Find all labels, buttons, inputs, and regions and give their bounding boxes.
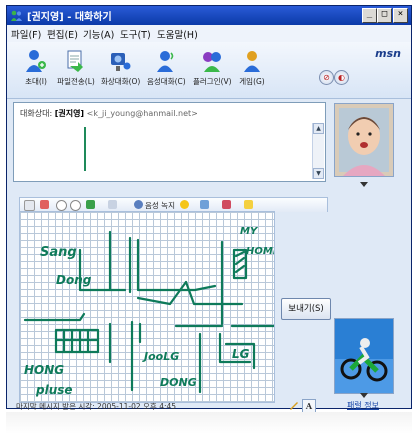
ink-label-lg: LG [232,347,250,361]
close-button[interactable]: × [393,8,408,23]
redo-icon[interactable] [70,200,81,211]
scroll-down-icon[interactable]: ▼ [313,168,324,179]
ink-label-dong-1: Dong [56,273,92,287]
ink-drawing: Sang Dong MY HOME HONG pluse JooLG DONG … [23,226,274,397]
ink-stroke [136,280,188,306]
font-button[interactable]: A [302,399,316,413]
maximize-button[interactable]: □ [377,8,392,23]
handwriting-canvas[interactable]: Sang Dong MY HOME HONG pluse JooLG DONG … [19,211,275,403]
file-transfer-button[interactable]: 파일전송(L) [57,48,95,94]
send-button[interactable]: 보내기(S) [281,298,331,320]
ink-stroke [136,238,217,292]
menu-file[interactable]: 파일(F) [11,27,41,41]
games-button[interactable]: 게임(G) [233,48,271,94]
window-title: [권지영] - 대화하기 [27,12,112,23]
menu-actions[interactable]: 기능(A) [83,27,114,41]
video-chat-label: 화상대화(O) [101,77,141,86]
pen-tool-icon[interactable] [24,200,35,211]
wink-icon[interactable] [244,200,253,209]
msn-logo: msn [375,47,401,60]
plugin-icon [203,52,221,72]
recipient-email: <k_ji_young@hanmail.net> [86,109,198,118]
invite-label: 초대(I) [25,77,47,86]
video-chat-button[interactable]: 화상대화(O) [101,48,141,94]
voice-chat-button[interactable]: 음성대화(C) [147,48,186,94]
background-color-icon[interactable] [222,200,231,209]
minimize-button[interactable]: _ [362,8,377,23]
ink-stroke [54,328,100,354]
format-toolbar: 음성 녹지 [19,197,328,212]
background-icon[interactable]: ◐ [334,70,349,85]
ink-label-sang: Sang [40,245,77,260]
messenger-app-icon [11,10,22,21]
my-avatar-menu-chevron-icon[interactable] [360,393,368,398]
main-toolbar: 초대(I) 파일전송(L) 화상대화(O) 음성대화(C) 플러그인(V) 게임… [7,42,411,99]
recipient-name: [권지영] [54,109,85,118]
screenshot-frame: [권지영] - 대화하기 _ □ × 파일(F) 편집(E) 기능(A) 도구(… [0,0,417,434]
voice-chat-icon [157,51,174,72]
image-icon[interactable] [200,200,209,209]
plugin-label: 플러그인(V) [193,77,232,86]
pen-width-icon[interactable] [108,200,117,209]
scroll-up-icon[interactable]: ▲ [313,123,324,134]
invite-button[interactable]: 초대(I) [17,48,55,94]
my-avatar[interactable] [334,318,394,394]
info-link[interactable]: 패럴 정보 [347,400,379,411]
games-icon [244,51,260,72]
voice-chat-label: 음성대화(C) [147,77,186,86]
recipient-line: 대화상대: [권지영] <k_ji_young@hanmail.net> [20,108,198,119]
recipient-prefix: 대화상대: [20,109,53,118]
eraser-icon[interactable] [40,200,49,209]
ink-label-my: MY [240,226,259,237]
ink-stroke [234,250,246,274]
video-chat-icon [111,53,131,71]
pen-color-icon[interactable] [86,200,95,209]
ink-label-joolg: JooLG [142,350,179,363]
motocross-photo [335,319,393,393]
file-transfer-icon [67,50,83,72]
menu-bar: 파일(F) 편집(E) 기능(A) 도구(T) 도움말(H) [7,25,411,42]
avatar-menu-chevron-icon[interactable] [360,182,368,187]
menu-edit[interactable]: 편집(E) [47,27,78,41]
invite-person-icon [26,50,46,72]
file-transfer-label: 파일전송(L) [57,77,95,86]
emoticon-icon[interactable] [180,200,189,209]
voice-clip-icon[interactable] [134,200,143,209]
last-message-time: 마지막 메시지 받은 시각: 2005-11-02 오후 4:45 [16,402,177,411]
conversation-history: 대화상대: [권지영] <k_ji_young@hanmail.net> ▲ ▼ [13,102,326,182]
history-scrollbar[interactable]: ▲ ▼ [312,123,324,179]
undo-icon[interactable] [56,200,67,211]
handwriting-pen-icon[interactable] [288,399,300,411]
plugin-button[interactable]: 플러그인(V) [193,48,232,94]
history-text-cursor [84,127,86,171]
status-bar: 마지막 메시지 받은 시각: 2005-11-02 오후 4:45 A [12,399,319,413]
block-icon[interactable]: ⊘ [319,70,334,85]
baby-photo [335,104,393,176]
ink-label-dong-2: DONG [160,376,197,389]
ink-label-pluse: pluse [35,383,73,397]
ink-label-hong: HONG [24,363,64,377]
ink-label-home: HOME [246,246,274,257]
menu-help[interactable]: 도움말(H) [157,27,198,41]
menu-tools[interactable]: 도구(T) [120,27,151,41]
ink-stroke [23,312,86,322]
contact-avatar[interactable] [334,103,394,177]
voice-clip-label[interactable]: 음성 녹지 [145,200,175,211]
title-bar[interactable]: [권지영] - 대화하기 _ □ × [7,6,411,25]
chat-window: [권지영] - 대화하기 _ □ × 파일(F) 편집(E) 기능(A) 도구(… [6,5,412,409]
games-label: 게임(G) [239,77,265,86]
bottom-edge [6,412,412,434]
